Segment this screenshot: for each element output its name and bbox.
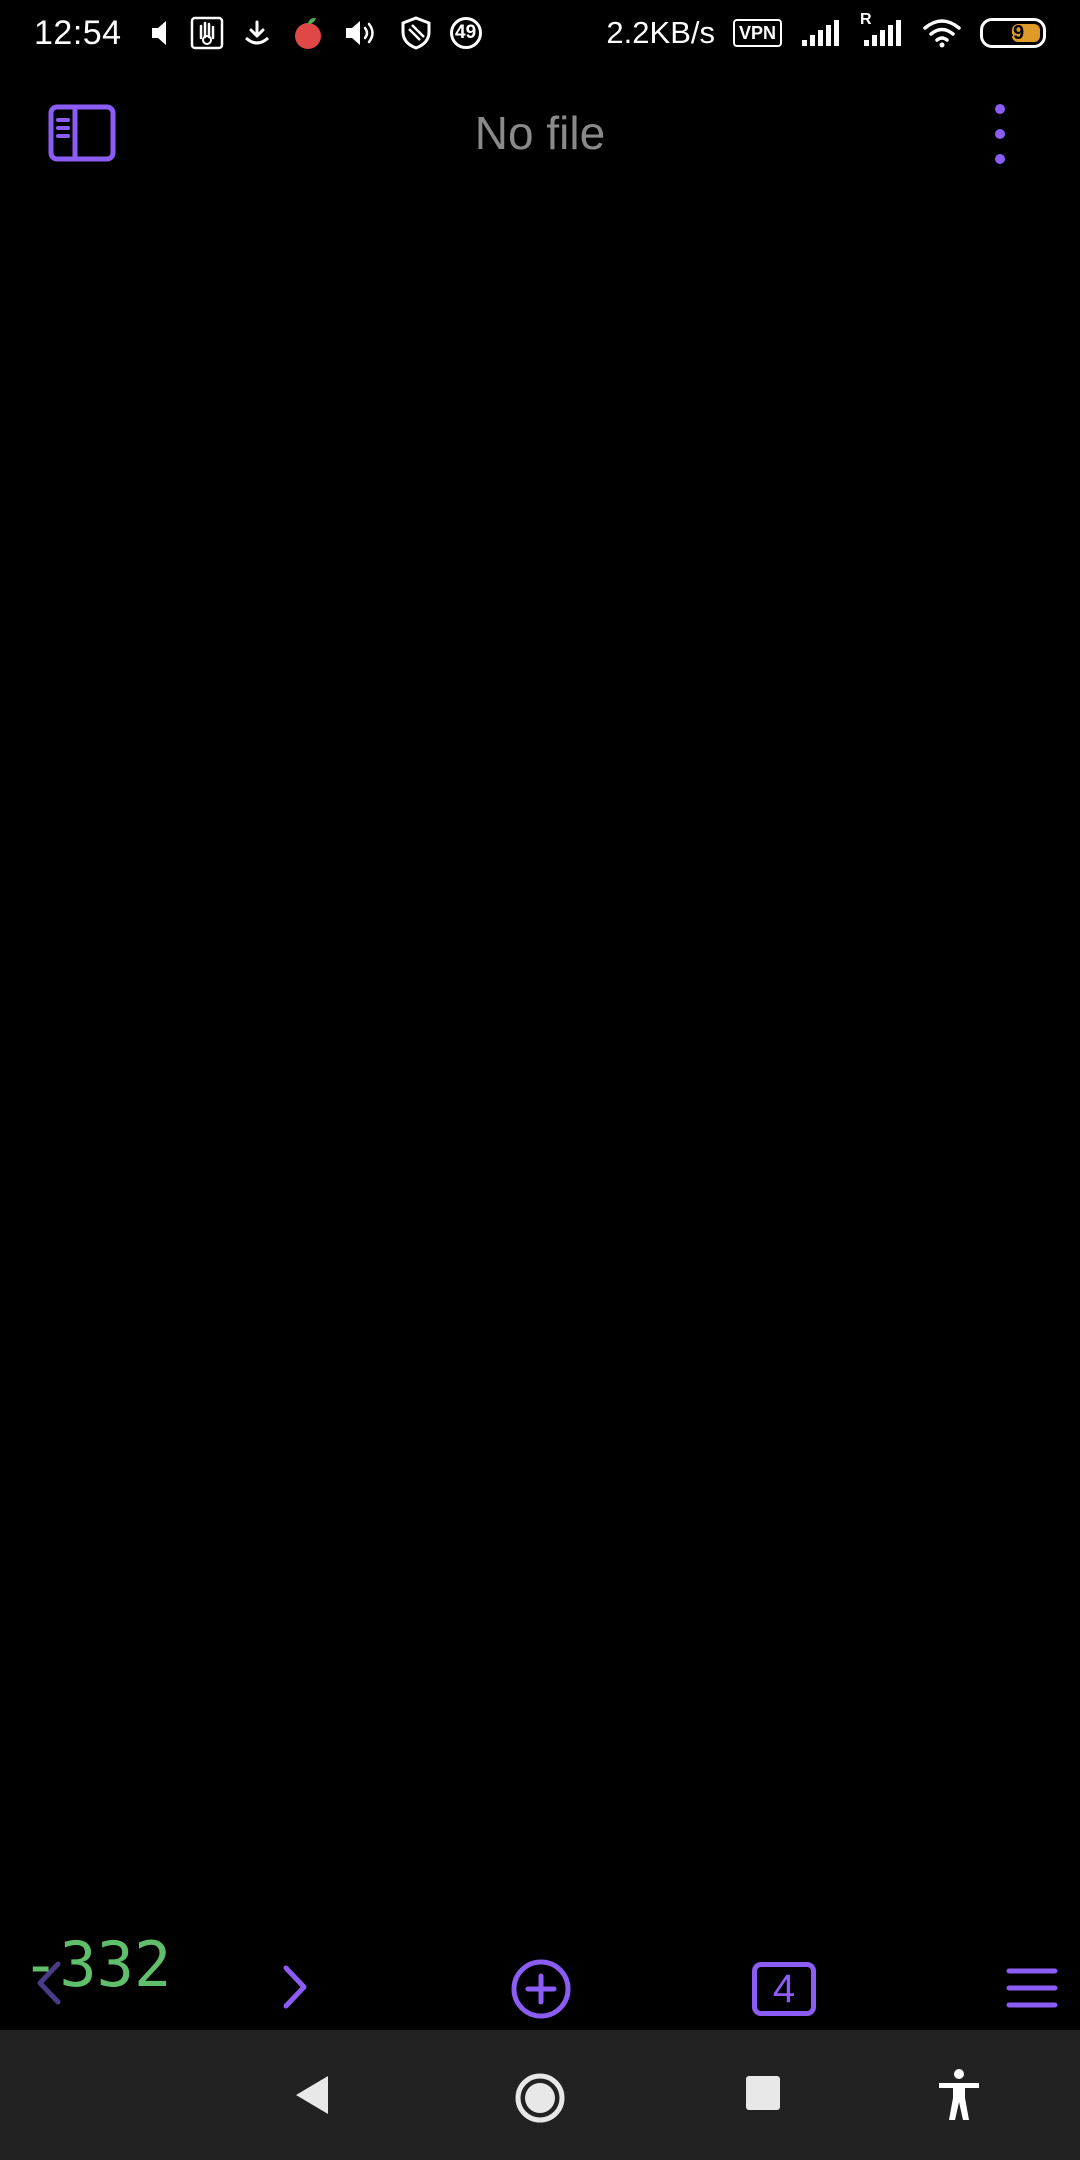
- more-dot: [995, 104, 1005, 114]
- cell-signal-roaming-icon: R: [860, 11, 904, 53]
- chevron-right-icon[interactable]: [276, 1962, 316, 2012]
- volume-icon: [344, 13, 382, 53]
- download-icon: [242, 13, 272, 53]
- notification-count-badge: 49: [449, 17, 482, 49]
- more-vertical-icon[interactable]: [986, 104, 1014, 164]
- roaming-label: R: [860, 11, 872, 28]
- hand-app-icon: [190, 13, 224, 53]
- status-bar: 12:54 49 2.2KB/s VPN R 49: [0, 0, 1080, 66]
- page-title: No file: [474, 107, 606, 159]
- more-dot: [995, 129, 1005, 139]
- app-bar: No file: [0, 66, 1080, 202]
- more-dot: [995, 154, 1005, 164]
- vpn-badge: VPN: [732, 19, 782, 47]
- accessibility-icon[interactable]: [936, 2068, 982, 2122]
- status-bar-left: 12:54 49: [34, 13, 482, 53]
- editor-content-area[interactable]: [0, 202, 1080, 1902]
- square-recents-icon[interactable]: [746, 2076, 780, 2110]
- system-nav-bar: [0, 2030, 1080, 2160]
- shield-icon: [400, 13, 432, 53]
- tabs-count-button[interactable]: 4: [752, 1962, 816, 2016]
- apple-app-icon: [290, 13, 326, 53]
- hamburger-menu-icon[interactable]: [1006, 1966, 1058, 2010]
- volume-muted-icon: [150, 13, 172, 53]
- triangle-back-icon[interactable]: [294, 2074, 330, 2116]
- overlay-number: -332: [22, 1928, 172, 2001]
- status-time: 12:54: [34, 13, 122, 52]
- cell-signal-icon: [800, 13, 842, 53]
- battery-indicator: 49: [980, 18, 1046, 48]
- status-bar-right: 2.2KB/s VPN R 49: [606, 11, 1046, 53]
- circle-home-icon[interactable]: [514, 2072, 566, 2124]
- wifi-icon: [922, 13, 962, 53]
- network-speed: 2.2KB/s: [606, 15, 715, 50]
- battery-level: 49: [1001, 21, 1025, 44]
- plus-circle-icon[interactable]: [510, 1958, 572, 2020]
